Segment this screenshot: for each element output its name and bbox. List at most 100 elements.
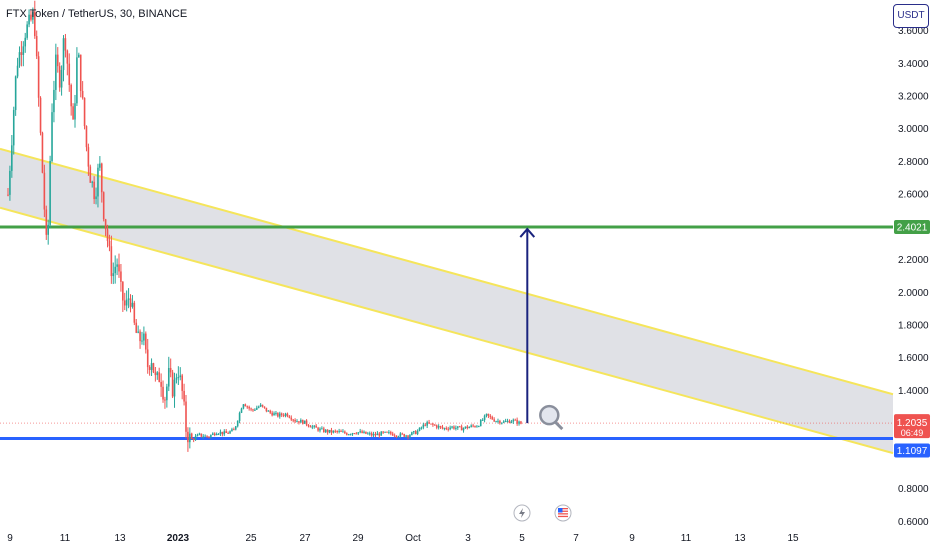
candle-body [497,420,499,422]
candle-body [390,432,392,434]
candle-body [196,434,199,437]
candle-body [355,433,358,435]
resistance-price-tag-text: 2.4021 [897,223,928,234]
candle-body [275,412,277,414]
candle-body [252,409,254,411]
candle-body [267,410,270,412]
candle-body [447,428,450,430]
candle-body [372,434,375,436]
candle-body [315,425,317,428]
candle-body [319,428,321,431]
candle-body [12,110,15,146]
candle-body [361,431,363,433]
candle-body [89,166,92,183]
candle-body [499,420,501,424]
candle-body [493,419,495,422]
candle-body [116,264,118,267]
candle-body [309,426,312,428]
candle-body [514,419,517,421]
candle-body [330,429,333,433]
candle-body [368,433,371,435]
candle-body [422,424,425,428]
y-tick-label: 0.8000 [898,484,929,495]
candle-body [254,409,256,411]
candle-body [114,266,116,274]
candle-body [43,172,46,210]
candle-body [181,375,183,391]
candle-body [39,97,42,133]
candle-body [504,421,507,423]
candle-body [282,415,285,417]
candle-body [192,438,195,440]
candle-body [125,299,128,306]
candle-body [338,430,340,432]
candle-body [298,421,300,423]
countdown-text: 06:49 [901,428,924,438]
candle-body [72,106,74,120]
support-price-tag: 1.1097 [894,443,930,458]
candle-body [171,372,174,397]
candle-body [479,420,482,427]
y-tick-label: 3.2000 [898,92,929,103]
candle-body [512,419,515,422]
candle-body [229,431,231,434]
candle-body [83,97,86,127]
candle-body [37,56,40,98]
x-tick-label: 29 [352,533,364,544]
candle-body [257,406,260,408]
candle-body [412,431,415,433]
candle-body [185,401,187,432]
candle-body [351,433,354,435]
candle-body [340,430,342,432]
candle-body [223,431,226,435]
candle-body [242,404,245,409]
candle-body [388,432,390,434]
flash-event-icon [513,504,531,522]
candle-body [290,417,293,420]
candle-body [118,264,120,272]
candle-body [458,426,461,428]
candle-body [238,412,241,421]
currency-button[interactable]: USDT [893,4,929,28]
candle-body [11,145,13,171]
candle-body [227,432,229,434]
candle-body [263,406,266,408]
candle-body [60,70,63,88]
candle-body [102,192,105,220]
candle-body [357,432,360,434]
candle-body [169,367,172,373]
candle-body [97,167,99,197]
candle-body [24,37,27,47]
x-tick-label: 7 [573,533,579,544]
candle-body [167,367,170,387]
candle-body [250,408,252,410]
price-chart[interactable]: 3.60003.40003.20003.00002.80002.60002.20… [0,0,932,550]
candle-body [269,410,272,413]
y-tick-label: 2.2000 [898,255,929,266]
candle-body [177,377,180,379]
candle-body [487,413,490,416]
flag-canton [558,508,563,513]
candle-body [56,54,59,67]
candle-body [150,363,153,370]
candle-body [424,424,427,426]
candle-body [66,50,69,64]
candle-body [468,426,471,429]
candle-body [78,54,80,58]
candle-body [502,421,505,423]
candle-body [439,426,442,428]
candle-body [345,433,348,435]
candle-body [14,76,17,111]
candle-body [133,302,136,323]
candle-body [104,219,107,230]
candle-body [87,147,90,167]
candle-body [190,433,193,439]
candle-body [301,419,304,424]
candle-body [313,425,316,427]
candle-body [215,433,218,436]
candle-body [173,379,176,397]
y-tick-label: 2.6000 [898,190,929,201]
candle-body [164,399,166,401]
candle-body [510,421,513,423]
candle-body [453,426,455,429]
